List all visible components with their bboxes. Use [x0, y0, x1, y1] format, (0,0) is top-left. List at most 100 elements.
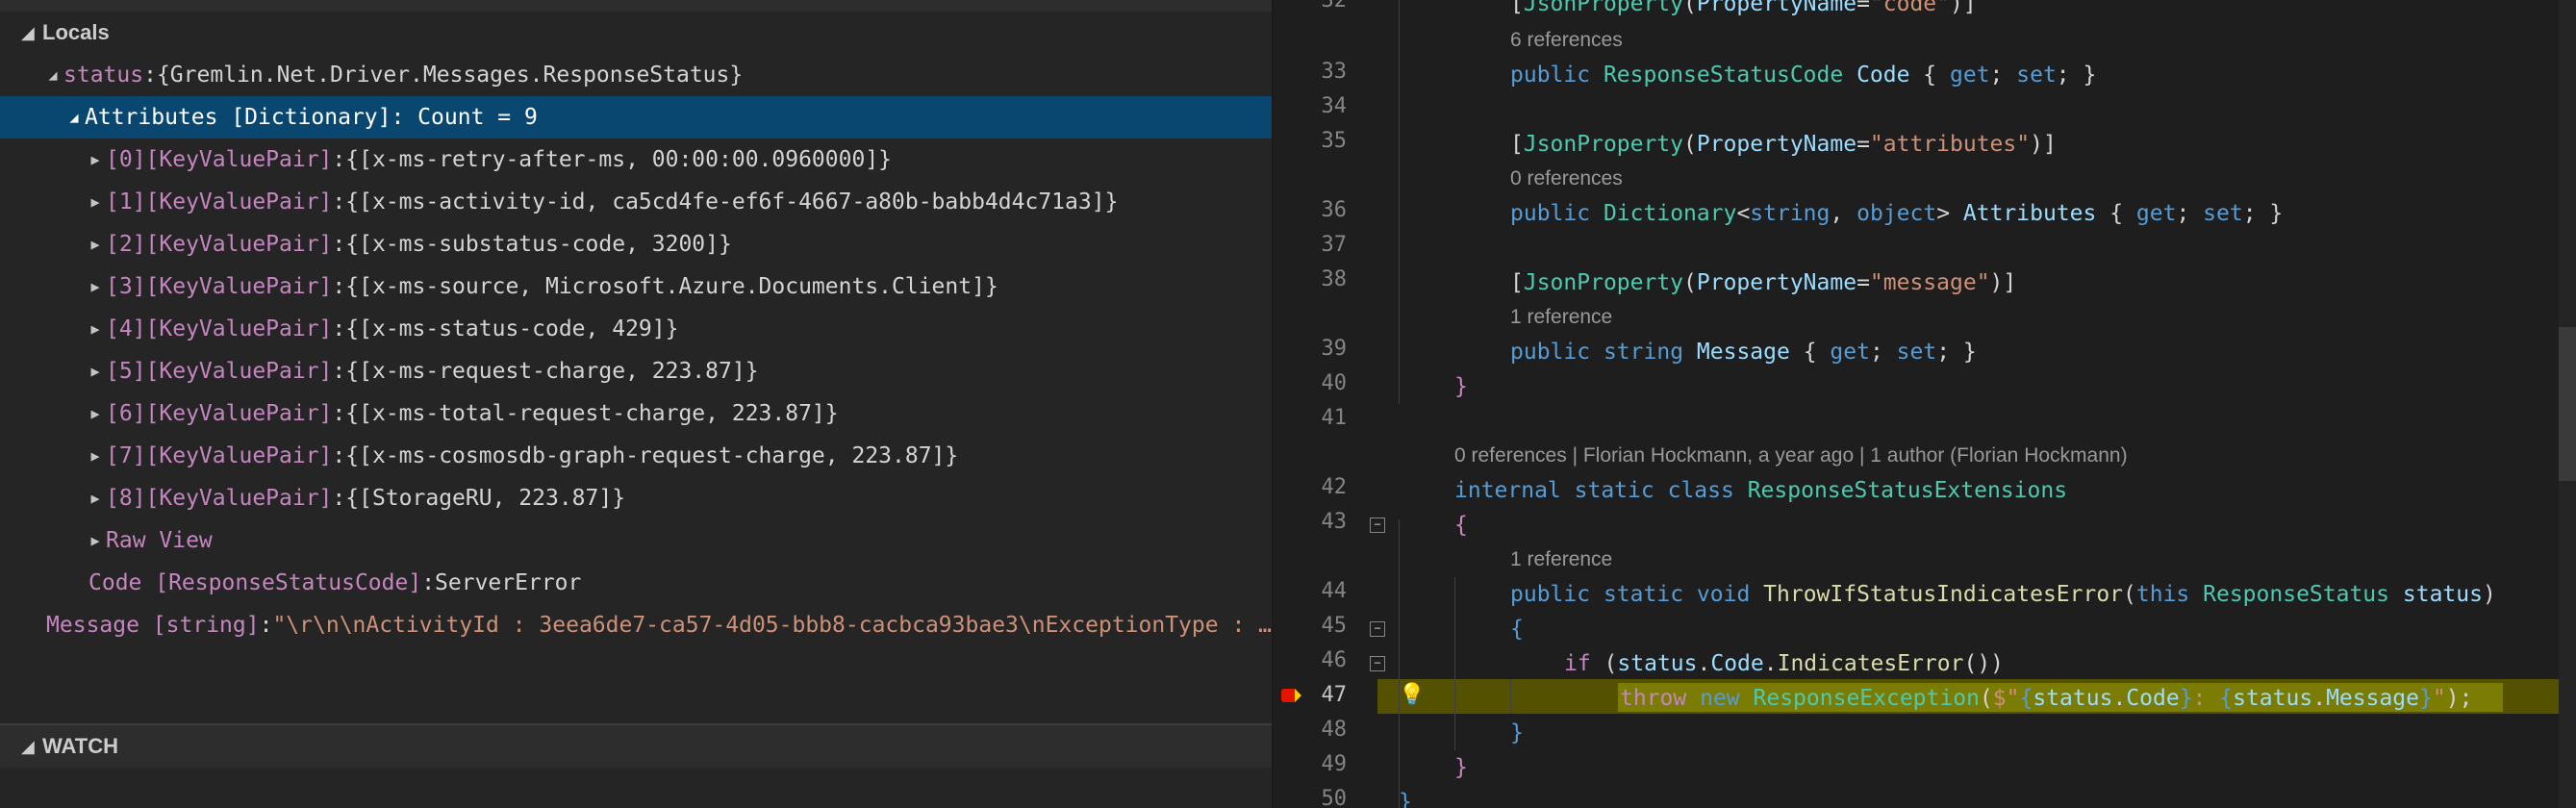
variable-row-message[interactable]: Message [string]: "\r\n\nActivityId : 3e…	[0, 604, 1272, 646]
collapsed-triangle-icon[interactable]: ▶	[85, 278, 106, 295]
variable-name: Code [ResponseStatusCode]	[88, 570, 422, 595]
line-number: 42	[1321, 475, 1348, 499]
line-number: 39	[1321, 337, 1348, 361]
codelens-references[interactable]: 1 reference	[1510, 306, 1612, 329]
line-number: 32	[1321, 0, 1348, 13]
variable-row-kvpair[interactable]: ▶ [0] [KeyValuePair]: {[x-ms-retry-after-…	[0, 139, 1272, 181]
variable-value: "\r\n\nActivityId : 3eea6de7-ca57-4d05-b…	[272, 613, 1272, 638]
variable-row-code[interactable]: Code [ResponseStatusCode]: ServerError	[0, 562, 1272, 604]
variable-type: [KeyValuePair]	[145, 443, 333, 468]
fold-toggle-icon[interactable]: −	[1370, 518, 1385, 533]
expanded-triangle-icon[interactable]: ◢	[63, 109, 85, 126]
code-line-40: }	[1454, 374, 1468, 399]
code-line-32: [JsonProperty(PropertyName = "code")]	[1510, 0, 1977, 16]
collapsed-triangle-icon[interactable]: ▶	[85, 236, 106, 253]
chevron-down-icon: ◢	[21, 736, 35, 756]
fold-toggle-icon[interactable]: −	[1370, 656, 1385, 671]
variable-row-kvpair[interactable]: ▶ [2] [KeyValuePair]: {[x-ms-substatus-co…	[0, 223, 1272, 265]
variable-type: [KeyValuePair]	[145, 232, 333, 257]
line-number: 45	[1321, 614, 1348, 638]
variable-name: Raw View	[106, 528, 213, 553]
code-line-36: public Dictionary < string, object > Attrib…	[1510, 201, 2284, 226]
code-editor[interactable]: 32 33 34 35 36 37 38 39 40 41 42 43 44 45 46 47 48 49 50 −…	[1274, 0, 2576, 808]
variable-label: Attributes [Dictionary]: Count = 9	[85, 105, 538, 130]
line-number: 50	[1321, 787, 1348, 808]
variable-type: [KeyValuePair]	[145, 189, 333, 215]
code-line-35: [JsonProperty(PropertyName = "attributes…	[1510, 132, 2057, 157]
collapsed-triangle-icon[interactable]: ▶	[85, 193, 106, 211]
codelens-references[interactable]: 1 reference	[1510, 548, 1612, 571]
line-number: 43	[1321, 510, 1348, 534]
variable-value: {[x-ms-activity-id, ca5cd4fe-ef6f-4667-a…	[345, 189, 1119, 215]
codelens-references[interactable]: 6 references	[1510, 29, 1623, 52]
locals-section-title: Locals	[42, 20, 110, 44]
variable-value: {Gremlin.Net.Driver.Messages.ResponseSta…	[156, 63, 744, 88]
variable-index: [0]	[106, 147, 146, 172]
line-number: 48	[1321, 718, 1348, 742]
line-number: 38	[1321, 267, 1348, 291]
collapsed-triangle-icon[interactable]: ▶	[85, 405, 106, 422]
variable-type: [KeyValuePair]	[145, 359, 333, 384]
indent-guide	[1510, 679, 1511, 714]
line-number: 36	[1321, 198, 1348, 222]
variable-type: [KeyValuePair]	[145, 316, 333, 341]
variable-row-kvpair[interactable]: ▶ [3] [KeyValuePair]: {[x-ms-source, Micr…	[0, 265, 1272, 308]
code-line-50: }	[1399, 790, 1412, 808]
variable-type: [KeyValuePair]	[145, 274, 333, 299]
line-number: 44	[1321, 579, 1348, 603]
variable-type: [KeyValuePair]	[145, 486, 333, 511]
fold-toggle-icon[interactable]: −	[1370, 621, 1385, 637]
collapsed-triangle-icon[interactable]: ▶	[85, 320, 106, 338]
variable-type: [KeyValuePair]	[145, 401, 333, 426]
variable-row-kvpair[interactable]: ▶ [1] [KeyValuePair]: {[x-ms-activity-id,…	[0, 181, 1272, 223]
collapsed-triangle-icon[interactable]: ▶	[85, 532, 106, 549]
variable-index: [6]	[106, 401, 146, 426]
code-line-48: }	[1510, 720, 1524, 745]
variable-value: {[x-ms-total-request-charge, 223.87]}	[345, 401, 839, 426]
line-number: 41	[1321, 406, 1348, 430]
line-number: 46	[1321, 648, 1348, 672]
collapsed-triangle-icon[interactable]: ▶	[85, 447, 106, 465]
indent-guide	[1399, 0, 1400, 404]
code-line-38: [JsonProperty(PropertyName = "message")]	[1510, 270, 2017, 295]
code-line-39: public string Message { get; set; }	[1510, 340, 1977, 365]
line-number: 33	[1321, 60, 1348, 84]
collapsed-triangle-icon[interactable]: ▶	[85, 490, 106, 507]
variable-row-kvpair[interactable]: ▶ [4] [KeyValuePair]: {[x-ms-status-code,…	[0, 308, 1272, 350]
collapsed-triangle-icon[interactable]: ▶	[85, 363, 106, 380]
variable-index: [7]	[106, 443, 146, 468]
panel-top-edge	[0, 0, 1272, 12]
variable-row-kvpair[interactable]: ▶ [8] [KeyValuePair]: {[StorageRU, 223.87…	[0, 477, 1272, 519]
variable-name: Message [string]	[46, 613, 260, 638]
variable-row-kvpair[interactable]: ▶ [7] [KeyValuePair]: {[x-ms-cosmosdb-gra…	[0, 435, 1272, 477]
code-line-45: {	[1510, 617, 1524, 642]
variable-value: {[x-ms-cosmosdb-graph-request-charge, 22…	[345, 443, 959, 468]
chevron-down-icon: ◢	[21, 22, 35, 42]
expanded-triangle-icon[interactable]: ◢	[42, 66, 63, 84]
codelens-references[interactable]: 0 references	[1510, 167, 1623, 190]
editor-scrollbar-thumb[interactable]	[2559, 327, 2576, 481]
locals-section-header[interactable]: ◢ Locals	[0, 13, 1272, 52]
variable-row-status[interactable]: ◢ status: {Gremlin.Net.Driver.Messages.R…	[0, 54, 1272, 96]
variable-value: {[StorageRU, 223.87]}	[345, 486, 626, 511]
variable-value: {[x-ms-source, Microsoft.Azure.Documents…	[345, 274, 998, 299]
lightbulb-icon[interactable]: 💡	[1399, 683, 1425, 707]
codelens-git-info[interactable]: 0 references | Florian Hockmann, a year …	[1454, 444, 2128, 467]
watch-section-title: WATCH	[42, 734, 119, 758]
debug-variables-panel: ◢ Locals ◢ status: {Gremlin.Net.Driver.M…	[0, 0, 1272, 808]
variable-value: {[x-ms-substatus-code, 3200]}	[345, 232, 732, 257]
code-line-49: }	[1454, 755, 1468, 780]
watch-section-header[interactable]: ◢ WATCH	[0, 727, 1272, 766]
variable-value: {[x-ms-retry-after-ms, 00:00:00.0960000]…	[345, 147, 893, 172]
variable-value: {[x-ms-request-charge, 223.87]}	[345, 359, 759, 384]
variable-index: [1]	[106, 189, 146, 215]
variable-row-kvpair[interactable]: ▶ [6] [KeyValuePair]: {[x-ms-total-reques…	[0, 392, 1272, 435]
collapsed-triangle-icon[interactable]: ▶	[85, 151, 106, 168]
variable-row-raw-view[interactable]: ▶ Raw View	[0, 519, 1272, 562]
variable-index: [2]	[106, 232, 146, 257]
line-number: 35	[1321, 129, 1348, 153]
code-line-47: throw new ResponseException($"{status. Co…	[1620, 686, 2473, 711]
variable-row-kvpair[interactable]: ▶ [5] [KeyValuePair]: {[x-ms-request-char…	[0, 350, 1272, 392]
variable-row-attributes[interactable]: ◢ Attributes [Dictionary]: Count = 9	[0, 96, 1272, 139]
variable-name: status	[63, 63, 144, 88]
